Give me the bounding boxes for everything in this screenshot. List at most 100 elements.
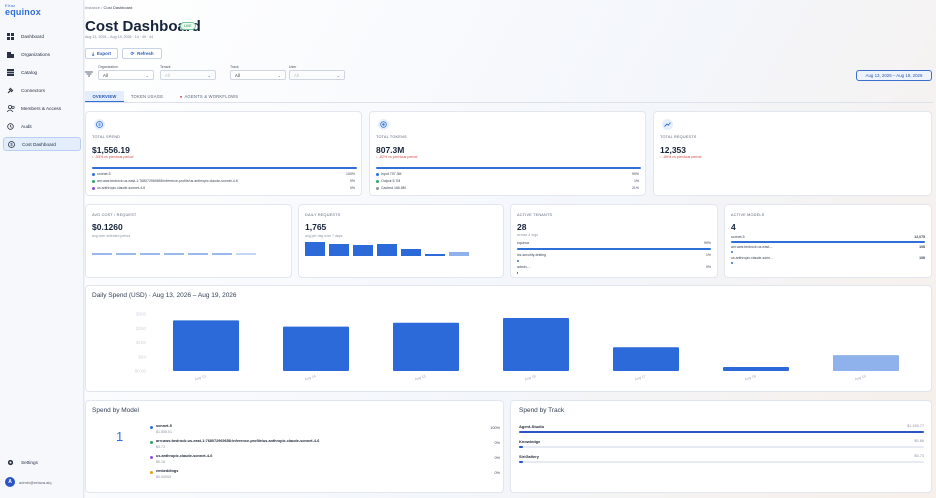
alert-icon: ● [179, 94, 183, 99]
chevron-down-icon: ⌄ [145, 73, 149, 78]
kpi-label: TOTAL SPEND [92, 135, 121, 139]
kpi-sub: avg per day over 7 days [305, 234, 343, 238]
legend-dot [150, 426, 153, 429]
model-spend: $1,555.01 [156, 430, 172, 434]
x-tick-label: Aug 15 [414, 374, 426, 381]
kpi-value: 807.3M [376, 145, 405, 155]
x-tick-label: Aug 19 [854, 374, 866, 381]
svg-text:$: $ [98, 122, 101, 127]
filter-track-select[interactable]: All ⌄ [230, 70, 286, 80]
refresh-button[interactable]: ⟳ Refresh [122, 48, 162, 59]
breadcrumb-current: Cost Dashboard [103, 5, 133, 10]
main-content: Instance / Cost Dashboard Cost Dashboard… [85, 0, 936, 498]
legend-dot [92, 179, 95, 183]
model-row[interactable]: sonnet-5 $1,555.01 100% [150, 424, 500, 437]
live-badge: LIVE [180, 22, 196, 30]
sidebar-item-cost-dashboard[interactable]: $ Cost Dashboard [3, 137, 81, 151]
breakdown-row: Cached 166.8M [376, 186, 406, 190]
date-range-button[interactable]: Aug 13, 2026 – Aug 19, 2026 [856, 70, 932, 81]
export-button[interactable]: ⤓ Export [85, 48, 118, 59]
tenant-row-name: admin-... [517, 265, 531, 269]
model-count: 1 [116, 429, 124, 444]
sidebar-item-label: Organizations [21, 51, 50, 57]
track-bar [519, 431, 924, 433]
model-row-bar [731, 262, 733, 264]
spend-bar[interactable] [503, 317, 569, 371]
breakdown-name: arn:aws:bedrock:us-east-1:768072969658:i… [97, 179, 238, 183]
gear-icon [6, 458, 15, 467]
page-subtitle: Aug 13, 2026 – Aug 19, 2026 · 14 · 49 · … [85, 35, 154, 39]
breakdown-row: arn:aws:bedrock:us-east-1:768072969658:i… [92, 179, 238, 183]
sidebar: Eltaz equinox Dashboard Organizations Ca… [0, 0, 84, 498]
legend-dot [92, 186, 95, 190]
filter-tenant-value: All [165, 72, 170, 78]
spend-bar[interactable] [283, 326, 349, 371]
sidebar-item-connectors[interactable]: Connectors [3, 83, 81, 97]
sidebar-item-organizations[interactable]: Organizations [3, 47, 81, 61]
sidebar-item-members[interactable]: Members & Access [3, 101, 81, 115]
tab-agents-workflows[interactable]: ● AGENTS & WORKFLOWS [174, 91, 244, 102]
filter-track-value: All [235, 72, 240, 78]
kpi-value: 4 [731, 222, 736, 232]
breakdown-row: Input 797.3M [376, 172, 401, 176]
dollar-icon: $ [7, 140, 16, 149]
tab-token-usage[interactable]: TOKEN USAGE [126, 91, 168, 102]
tenant-row-name: ics-security-testing [517, 253, 546, 257]
tab-bar: OVERVIEW TOKEN USAGE ● AGENTS & WORKFLOWS [85, 90, 933, 103]
spend-bar[interactable] [393, 322, 459, 371]
model-row[interactable]: arn:aws:bedrock:us-east-1:768072969658:i… [150, 439, 500, 452]
spend-bar[interactable] [833, 355, 899, 371]
tenant-row-pct: 99% [703, 241, 711, 245]
spend-bar[interactable] [173, 320, 239, 371]
filter-icon [85, 70, 93, 78]
sidebar-item-audit[interactable]: Audit [3, 119, 81, 133]
spend-by-track-card: Spend by Track Agent-Studio $1,155.77 Know… [510, 400, 932, 493]
filter-track-label: Track [230, 65, 239, 69]
filter-organization-value: All [103, 72, 108, 78]
grid-icon [6, 32, 15, 41]
track-row[interactable]: Agent-Studio $1,155.77 [519, 424, 924, 437]
y-tick-label: $300 [136, 312, 147, 317]
filter-user-value: All [294, 72, 299, 78]
y-tick-label: $84 [138, 354, 146, 359]
kpi-value: 1,765 [305, 222, 327, 232]
history-icon [6, 122, 15, 131]
sidebar-item-catalog[interactable]: Catalog [3, 65, 81, 79]
model-row[interactable]: us.anthropic.claude-sonnet-4-6 $0.16 0% [150, 454, 500, 467]
database-icon [378, 119, 389, 130]
sidebar-item-dashboard[interactable]: Dashboard [3, 29, 81, 43]
x-tick-label: Aug 18 [744, 374, 756, 381]
settings-label: Settings [21, 459, 38, 465]
y-tick-label: $160 [136, 340, 147, 345]
kpi-sub: across 4 orgs [517, 233, 539, 237]
spend-bar[interactable] [723, 367, 789, 371]
track-row[interactable]: SiriGallery $0.73 [519, 454, 924, 467]
tab-agents-label: AGENTS & WORKFLOWS [184, 94, 239, 99]
filter-tenant-label: Tenant [160, 65, 171, 69]
filter-tenant-select[interactable]: All ⌄ [160, 70, 216, 80]
x-tick-label: Aug 14 [304, 374, 316, 381]
model-pct: 0% [494, 441, 501, 445]
sidebar-item-label: Members & Access [21, 105, 62, 111]
tenant-row-bar [517, 260, 519, 262]
card-title: Spend by Track [519, 407, 565, 414]
model-row[interactable]: embeddings $0.00005 0% [150, 469, 500, 482]
tab-overview[interactable]: OVERVIEW [85, 91, 124, 102]
spend-bar[interactable] [613, 347, 679, 371]
model-row-name: sonnet-5 [731, 235, 745, 239]
legend-dot [150, 441, 153, 444]
dollar-icon: $ [94, 119, 105, 130]
filter-organization-select[interactable]: All ⌄ [98, 70, 154, 80]
brand-logo[interactable]: Eltaz equinox [5, 4, 41, 17]
user-menu[interactable]: A admin@retava.aiq [5, 477, 52, 487]
breadcrumb-root[interactable]: Instance [85, 5, 100, 10]
share-bar [376, 167, 641, 169]
tenant-row-pct: 1% [705, 253, 711, 257]
tenant-row-bar [517, 272, 518, 274]
breakdown-pct: 0% [349, 186, 355, 190]
sidebar-item-settings[interactable]: Settings [3, 455, 81, 469]
filter-user-select[interactable]: All ⌄ [289, 70, 345, 80]
model-name: embeddings [156, 469, 179, 473]
track-row[interactable]: Knowledge $0.86 [519, 439, 924, 452]
daily-spend-card: Daily Spend (USD) · Aug 13, 2026 – Aug 1… [85, 285, 932, 392]
